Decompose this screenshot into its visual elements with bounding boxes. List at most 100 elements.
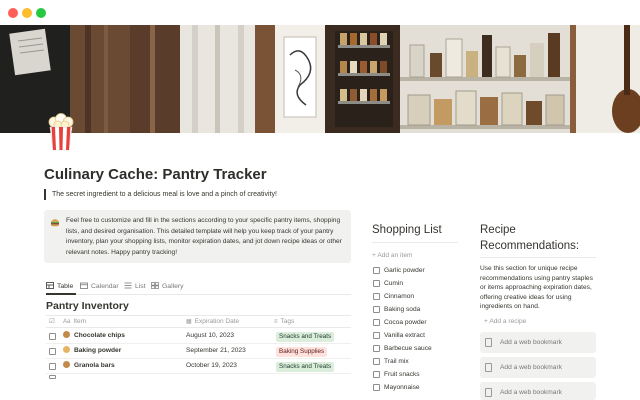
- select-all-checkbox-icon[interactable]: ☑: [49, 316, 55, 328]
- views-divider: [46, 294, 351, 295]
- database-view-tabs: Table Calendar List Gallery: [46, 280, 346, 294]
- column-header-expiration[interactable]: ▦ Expiration Date: [186, 316, 239, 328]
- recipe-heading-line2[interactable]: Recommendations:: [480, 238, 579, 254]
- zoom-window-button[interactable]: [36, 8, 46, 18]
- row-checkbox[interactable]: [49, 348, 56, 355]
- expiration-cell[interactable]: September 21, 2023: [186, 344, 246, 358]
- shopping-item[interactable]: Mayonnaise: [372, 382, 462, 394]
- bookmark-label: Add a web bookmark: [500, 339, 562, 346]
- recipe-divider: [480, 257, 596, 258]
- tag-badge[interactable]: Snacks and Treats: [276, 362, 335, 372]
- row-checkbox[interactable]: [49, 333, 56, 340]
- shopping-item-checkbox[interactable]: [373, 332, 380, 339]
- web-bookmark-placeholder[interactable]: Add a web bookmark: [480, 357, 596, 378]
- column-header-label: Item: [73, 318, 86, 325]
- list-icon: [124, 282, 132, 289]
- window-titlebar: [0, 0, 640, 25]
- shopping-item[interactable]: Barbecue sauce: [372, 343, 462, 355]
- text-property-icon: Aa: [63, 319, 71, 325]
- shopping-list-heading[interactable]: Shopping List: [372, 222, 442, 238]
- shopping-item[interactable]: Cumin: [372, 278, 462, 290]
- table-row-partial[interactable]: [46, 374, 351, 380]
- page-quote[interactable]: The secret ingredient to a delicious mea…: [44, 189, 277, 200]
- inventory-title[interactable]: Pantry Inventory: [46, 300, 129, 312]
- shopping-item[interactable]: Baking soda: [372, 304, 462, 316]
- web-bookmark-placeholder[interactable]: Add a web bookmark: [480, 332, 596, 353]
- item-name: Granola bars: [74, 362, 115, 369]
- cover-image: [0, 25, 640, 133]
- shopping-item-checkbox[interactable]: [373, 358, 380, 365]
- cookie-icon: [63, 331, 70, 338]
- shopping-item-label: Baking soda: [384, 306, 421, 313]
- item-cell[interactable]: Chocolate chips: [63, 329, 125, 343]
- add-recipe-button[interactable]: + Add a recipe: [484, 318, 526, 325]
- bookmark-label: Add a web bookmark: [500, 389, 562, 396]
- tab-label: List: [135, 283, 146, 290]
- date-property-icon: ▦: [186, 319, 192, 325]
- close-window-button[interactable]: [8, 8, 18, 18]
- shopping-item[interactable]: Cocoa powder: [372, 317, 462, 329]
- add-shopping-item-button[interactable]: + Add an item: [372, 252, 413, 259]
- table-row[interactable]: Chocolate chips August 10, 2023 Snacks a…: [46, 329, 351, 344]
- item-cell[interactable]: Granola bars: [63, 359, 115, 373]
- tab-gallery[interactable]: Gallery: [151, 280, 184, 294]
- column-header-tags[interactable]: ≡ Tags: [274, 316, 294, 328]
- table-header: ☑ Aa Item ▦ Expiration Date ≡ Tags: [46, 315, 351, 328]
- shopping-item-checkbox[interactable]: [373, 306, 380, 313]
- shopping-item-label: Garlic powder: [384, 267, 425, 274]
- row-checkbox[interactable]: [49, 363, 56, 370]
- tab-table[interactable]: Table: [46, 280, 73, 294]
- expiration-cell[interactable]: October 19, 2023: [186, 359, 237, 373]
- tag-badge[interactable]: Baking Supplies: [276, 347, 328, 357]
- tab-list[interactable]: List: [124, 280, 146, 294]
- tab-label: Calendar: [91, 283, 119, 290]
- shopping-item-label: Vanilla extract: [384, 332, 425, 339]
- web-bookmark-placeholder[interactable]: Add a web bookmark: [480, 382, 596, 400]
- intro-callout[interactable]: Feel free to customize and fill in the s…: [44, 210, 351, 263]
- shopping-item[interactable]: Trail mix: [372, 356, 462, 368]
- shopping-item-checkbox[interactable]: [373, 293, 380, 300]
- shopping-item-checkbox[interactable]: [373, 371, 380, 378]
- tab-calendar[interactable]: Calendar: [80, 280, 119, 294]
- column-header-label: Tags: [280, 318, 295, 325]
- recipe-description[interactable]: Use this section for unique recipe recom…: [480, 264, 600, 312]
- recipe-heading-line1[interactable]: Recipe: [480, 222, 516, 238]
- shopping-item-checkbox[interactable]: [373, 280, 380, 287]
- page-title[interactable]: Culinary Cache: Pantry Tracker: [44, 166, 267, 183]
- tag-badge[interactable]: Snacks and Treats: [276, 332, 335, 342]
- shopping-item-label: Mayonnaise: [384, 384, 420, 391]
- table-row[interactable]: Granola bars October 19, 2023 Snacks and…: [46, 359, 351, 374]
- popcorn-icon[interactable]: [46, 113, 76, 151]
- multiselect-property-icon: ≡: [274, 319, 278, 325]
- bookmark-icon: [485, 363, 492, 372]
- hamburger-icon: [51, 219, 59, 227]
- shopping-divider: [372, 242, 458, 243]
- item-name: Baking powder: [74, 347, 122, 354]
- item-cell[interactable]: Baking powder: [63, 344, 121, 358]
- callout-text: Feel free to customize and fill in the s…: [66, 217, 342, 256]
- shopping-item[interactable]: Vanilla extract: [372, 330, 462, 342]
- calendar-icon: [80, 282, 88, 289]
- table-row[interactable]: Baking powder September 21, 2023 Baking …: [46, 344, 351, 359]
- column-header-label: Expiration Date: [194, 318, 240, 325]
- shopping-item[interactable]: Fruit snacks: [372, 369, 462, 381]
- shopping-item[interactable]: Garlic powder: [372, 265, 462, 277]
- column-header-item[interactable]: Aa Item: [63, 316, 86, 328]
- shopping-item[interactable]: Cinnamon: [372, 291, 462, 303]
- shopping-item-label: Cocoa powder: [384, 319, 427, 326]
- bread-icon: [63, 346, 70, 353]
- expiration-cell[interactable]: August 10, 2023: [186, 329, 234, 343]
- active-tab-indicator: [46, 293, 76, 295]
- shopping-item-checkbox[interactable]: [373, 384, 380, 391]
- shopping-item-label: Cinnamon: [384, 293, 415, 300]
- tab-label: Gallery: [162, 283, 184, 290]
- shopping-item-checkbox[interactable]: [373, 267, 380, 274]
- item-name: Chocolate chips: [74, 332, 125, 339]
- minimize-window-button[interactable]: [22, 8, 32, 18]
- gallery-icon: [151, 282, 159, 289]
- row-checkbox[interactable]: [49, 375, 56, 379]
- shopping-item-label: Trail mix: [384, 358, 409, 365]
- shopping-item-checkbox[interactable]: [373, 319, 380, 326]
- shopping-item-checkbox[interactable]: [373, 345, 380, 352]
- cookie-icon: [63, 361, 70, 368]
